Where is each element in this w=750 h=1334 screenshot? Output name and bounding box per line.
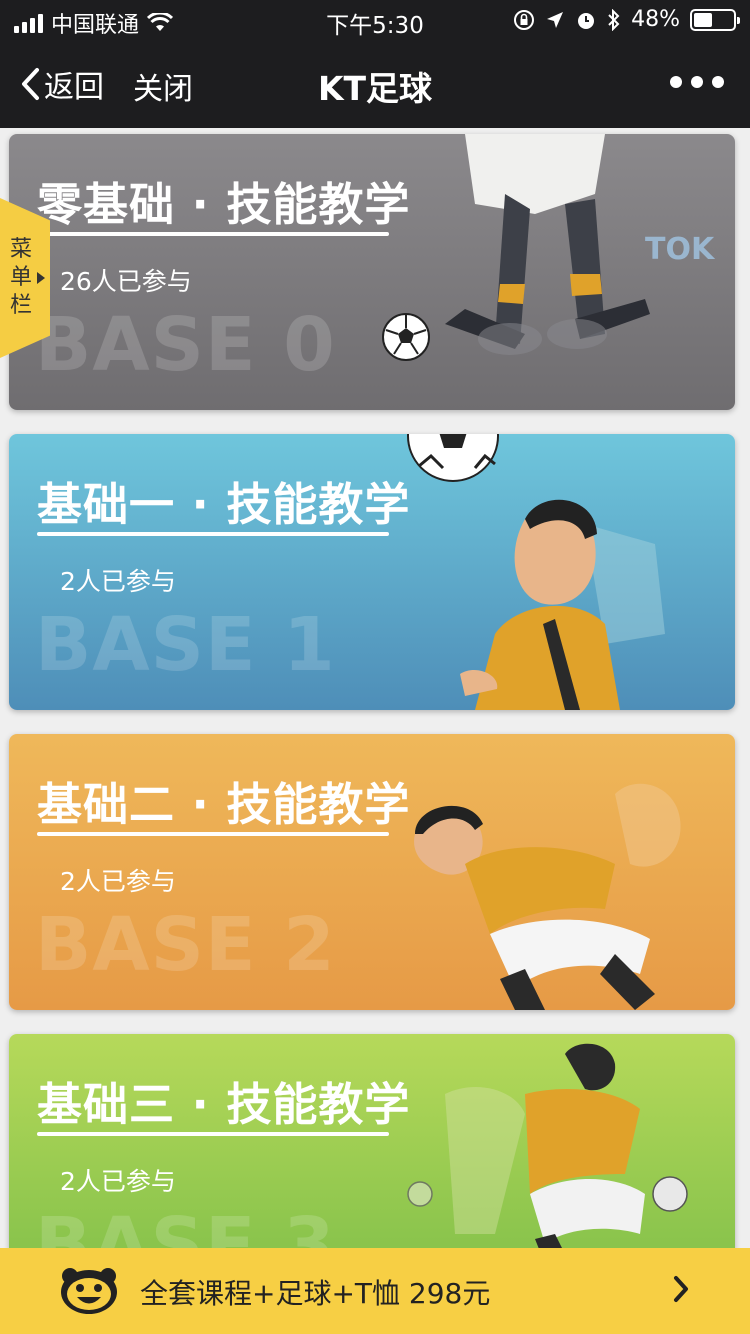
player-legs-illustration: TOK [445, 134, 716, 355]
side-menu-label: 菜单栏 [9, 237, 32, 318]
status-right: 48% [513, 7, 740, 32]
card-title: 零基础 · 技能教学 [37, 178, 411, 231]
status-bar: 中国联通 下午5:30 48% [0, 0, 750, 40]
purchase-bar[interactable]: 全套课程+足球+T恤 298元 [0, 1248, 750, 1334]
battery-percent: 48% [631, 7, 680, 32]
participant-count: 2人已参与 [60, 567, 176, 596]
title-underline [37, 232, 389, 236]
nav-bar: 返回 关闭 KT足球 [0, 40, 750, 128]
rotation-lock-icon [514, 9, 535, 30]
location-icon [547, 11, 564, 28]
soccer-ball-icon [407, 434, 499, 482]
course-card-base-2[interactable]: 基础二 · 技能教学 2人已参与 BASE 2 [9, 734, 735, 1010]
card-watermark: BASE 2 [35, 902, 336, 988]
title-underline [37, 532, 389, 536]
alarm-icon [578, 12, 595, 29]
caret-right-icon [37, 272, 45, 284]
participant-count: 2人已参与 [60, 1167, 176, 1196]
card-title: 基础三 · 技能教学 [37, 1078, 411, 1131]
player-running-illustration [414, 783, 681, 1010]
player-dribbling-illustration [407, 1043, 688, 1264]
card-title: 基础二 · 技能教学 [37, 778, 411, 831]
more-menu-button[interactable] [670, 76, 724, 88]
soccer-ball-icon [382, 313, 430, 361]
chevron-right-icon [674, 1276, 688, 1302]
bluetooth-icon [608, 8, 620, 31]
more-dot-icon [712, 76, 724, 88]
battery-fill [694, 12, 713, 27]
card-watermark: BASE 0 [35, 302, 336, 388]
more-dot-icon [691, 76, 703, 88]
battery-icon [690, 8, 740, 31]
tok-badge: TOK [645, 232, 716, 267]
purchase-label: 全套课程+足球+T恤 298元 [140, 1277, 491, 1310]
card-title: 基础一 · 技能教学 [37, 478, 411, 531]
card-watermark: BASE 1 [35, 602, 336, 688]
more-dot-icon [670, 76, 682, 88]
title-underline [37, 832, 389, 836]
course-card-base-1[interactable]: 基础一 · 技能教学 2人已参与 BASE 1 [9, 434, 735, 710]
side-menu-tab[interactable]: 菜单栏 [0, 198, 50, 358]
course-card-base-0[interactable]: TOK 零基础 · 技能教学 26人已参与 BASE 0 [9, 134, 735, 410]
title-underline [37, 1132, 389, 1136]
mascot-icon [61, 1268, 117, 1314]
participant-count: 26人已参与 [60, 267, 192, 296]
page-title: KT足球 [317, 69, 433, 108]
participant-count: 2人已参与 [60, 867, 176, 896]
course-card-base-3[interactable]: 基础三 · 技能教学 2人已参与 BASE 3 [9, 1034, 735, 1264]
